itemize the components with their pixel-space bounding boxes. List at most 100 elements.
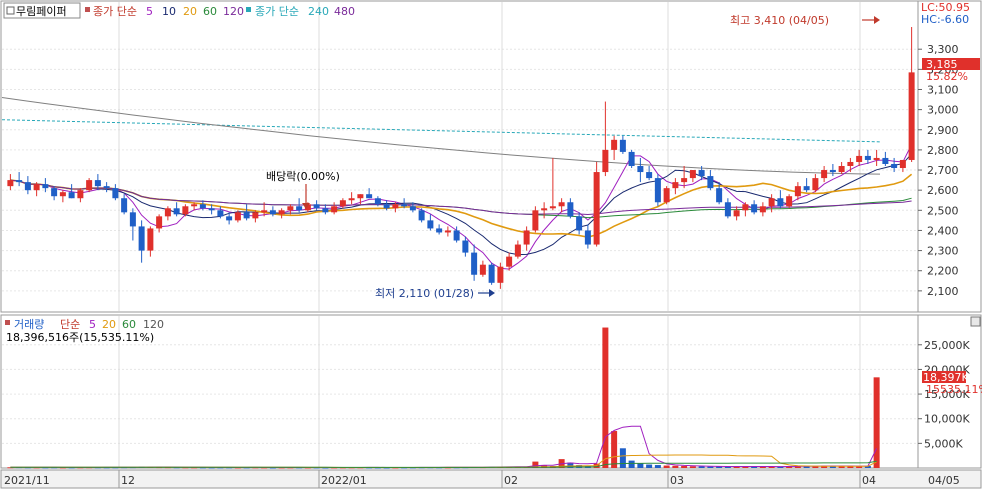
- candle-body: [374, 198, 381, 205]
- legend-ma-short-label: 종가 단순: [93, 5, 137, 18]
- candle-body: [147, 228, 154, 251]
- volume-bar: [873, 377, 880, 468]
- stock-chart: 2,100 2,200 2,300 2,400 2,500 2,600 2,700 2,800…: [0, 0, 982, 489]
- candle-body: [24, 182, 31, 191]
- candle-body: [164, 208, 171, 217]
- candle-body: [768, 198, 775, 207]
- price-tick-label: 2,100: [927, 285, 959, 298]
- candle-body: [173, 208, 180, 215]
- dividend-annotation: 배당락(0.00%): [266, 170, 340, 183]
- candle-body: [593, 172, 600, 245]
- candle-body: [856, 155, 863, 162]
- legend-icon: [6, 6, 15, 15]
- candle-body: [313, 204, 320, 209]
- price-tick-label: 2,900: [927, 124, 959, 137]
- candle-body: [269, 210, 276, 215]
- volume-bar: [619, 448, 626, 468]
- candle-body: [121, 198, 128, 213]
- candle-body: [611, 139, 618, 150]
- legend-stock-name: 무림페이퍼: [16, 5, 67, 18]
- x-axis-bg: [0, 469, 982, 489]
- legend-ma-long-marker: [246, 7, 251, 12]
- candle-body: [829, 170, 836, 173]
- candle-body: [278, 210, 285, 215]
- candle-body: [838, 166, 845, 173]
- volume-bar: [637, 463, 644, 468]
- volume-legend-label: 거래량: [14, 318, 44, 331]
- candle-body: [208, 208, 215, 211]
- price-tick-label: 2,800: [927, 144, 959, 157]
- candle-body: [488, 264, 495, 283]
- candle-body: [891, 163, 898, 169]
- x-axis-label: 04: [862, 474, 876, 487]
- legend-ma60: 60: [203, 5, 217, 18]
- volume-current-value: 18,396,516주(15,535.11%): [6, 331, 154, 344]
- price-tick-label: 2,700: [927, 164, 959, 177]
- candle-body: [296, 206, 303, 211]
- x-axis-label: 02: [504, 474, 518, 487]
- volume-legend-ma5: 5: [89, 318, 96, 331]
- volume-legend-ma-label: 단순: [60, 318, 80, 331]
- candle-body: [331, 206, 338, 213]
- candle-body: [418, 210, 425, 221]
- volume-pct-tag: 15535.11%: [926, 383, 982, 396]
- volume-bar: [628, 460, 635, 468]
- candle-body: [847, 161, 854, 167]
- candle-body: [523, 230, 530, 245]
- candle-body: [436, 228, 443, 233]
- candle-body: [812, 178, 819, 191]
- high-annotation: 최고 3,410 (04/05): [730, 14, 829, 27]
- candle-body: [777, 198, 784, 207]
- candle-body: [506, 256, 513, 267]
- candle-body: [567, 202, 574, 217]
- volume-bar: [602, 327, 609, 468]
- candle-body: [252, 212, 259, 219]
- candle-body: [261, 210, 268, 213]
- candle-body: [366, 194, 373, 199]
- volume-tick-label: 5,000K: [924, 437, 963, 450]
- volume-tick-label: 10,000K: [924, 413, 970, 426]
- candle-body: [77, 190, 84, 199]
- current-change-tag: 15.82%: [926, 70, 968, 83]
- candle-body: [803, 186, 810, 191]
- low-annotation: 최저 2,110 (01/28): [375, 287, 474, 300]
- candle-body: [882, 157, 889, 164]
- candle-body: [681, 178, 688, 183]
- candle-body: [786, 196, 793, 207]
- legend-ma240: 240: [308, 5, 329, 18]
- candle-body: [759, 206, 766, 213]
- candle-body: [427, 220, 434, 229]
- price-tick-label: 2,200: [927, 265, 959, 278]
- candle-body: [243, 212, 250, 219]
- candle-body: [59, 192, 66, 197]
- x-axis-label: 2022/01: [321, 474, 367, 487]
- candle-body: [226, 216, 233, 221]
- price-tick-label: 2,300: [927, 245, 959, 258]
- candle-body: [742, 204, 749, 211]
- candle-body: [42, 184, 49, 189]
- candle-body: [94, 180, 101, 187]
- candle-body: [541, 208, 548, 211]
- price-tick-label: 3,000: [927, 104, 959, 117]
- candle-body: [182, 206, 189, 215]
- price-tick-label: 3,300: [927, 43, 959, 56]
- price-tick-label: 3,100: [927, 83, 959, 96]
- candle-body: [532, 210, 539, 231]
- candle-body: [33, 184, 40, 191]
- candle-body: [654, 178, 661, 203]
- candle-body: [549, 206, 556, 209]
- candle-body: [628, 151, 635, 167]
- candle-body: [576, 216, 583, 231]
- candle-body: [698, 170, 705, 177]
- candle-body: [191, 204, 198, 207]
- candle-body: [217, 210, 224, 217]
- volume-panel-button[interactable]: [970, 316, 981, 327]
- candle-body: [322, 208, 329, 213]
- candle-body: [357, 194, 364, 199]
- candle-body: [514, 244, 521, 257]
- candle-body: [138, 226, 145, 251]
- candle-body: [444, 230, 451, 233]
- volume-legend-ma120: 120: [143, 318, 164, 331]
- candle-body: [16, 180, 23, 183]
- candle-body: [637, 166, 644, 173]
